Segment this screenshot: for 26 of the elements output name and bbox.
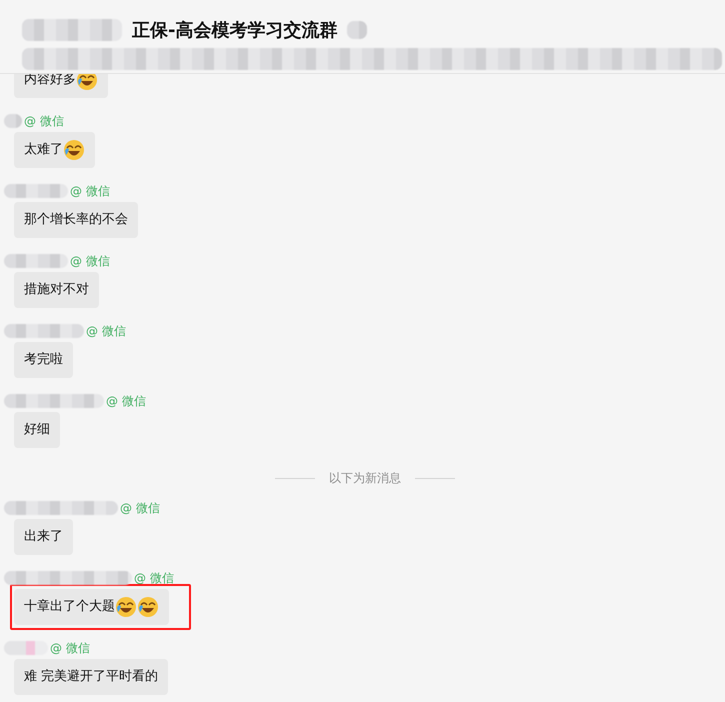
sender-name: @ 微信	[86, 324, 126, 338]
message-text: 好细	[24, 421, 50, 439]
message-text: 难 完美避开了平时看的	[24, 668, 158, 686]
new-messages-divider: 以下为新消息	[329, 470, 401, 487]
blurred-name	[4, 184, 68, 198]
sender-name: @ 微信	[106, 394, 146, 408]
sender-name: @ 微信	[70, 184, 110, 198]
message-text: 那个增长率的不会	[24, 211, 128, 229]
sender-name: @ 微信	[24, 114, 64, 128]
message-text: 十章出了个大题	[24, 598, 115, 616]
sender-name: @ 微信	[50, 641, 90, 655]
sender-name: @ 微信	[134, 571, 174, 585]
blurred-name	[4, 641, 48, 655]
sender-name: @ 微信	[70, 254, 110, 268]
blurred-name	[4, 254, 68, 268]
message-text: 考完啦	[24, 351, 63, 369]
laughing-crying-emoji-icon	[137, 596, 159, 618]
message-text: 措施对不对	[24, 281, 89, 299]
chat-title: 正保-高会模考学习交流群	[132, 19, 338, 42]
sender-name: @ 微信	[120, 501, 160, 515]
message-text: 太难了	[24, 141, 63, 159]
blurred-text	[347, 21, 368, 39]
laughing-crying-emoji-icon	[63, 139, 85, 161]
message-text: 出来了	[24, 528, 63, 546]
blurred-name	[4, 114, 22, 128]
laughing-crying-emoji-icon	[115, 596, 137, 618]
